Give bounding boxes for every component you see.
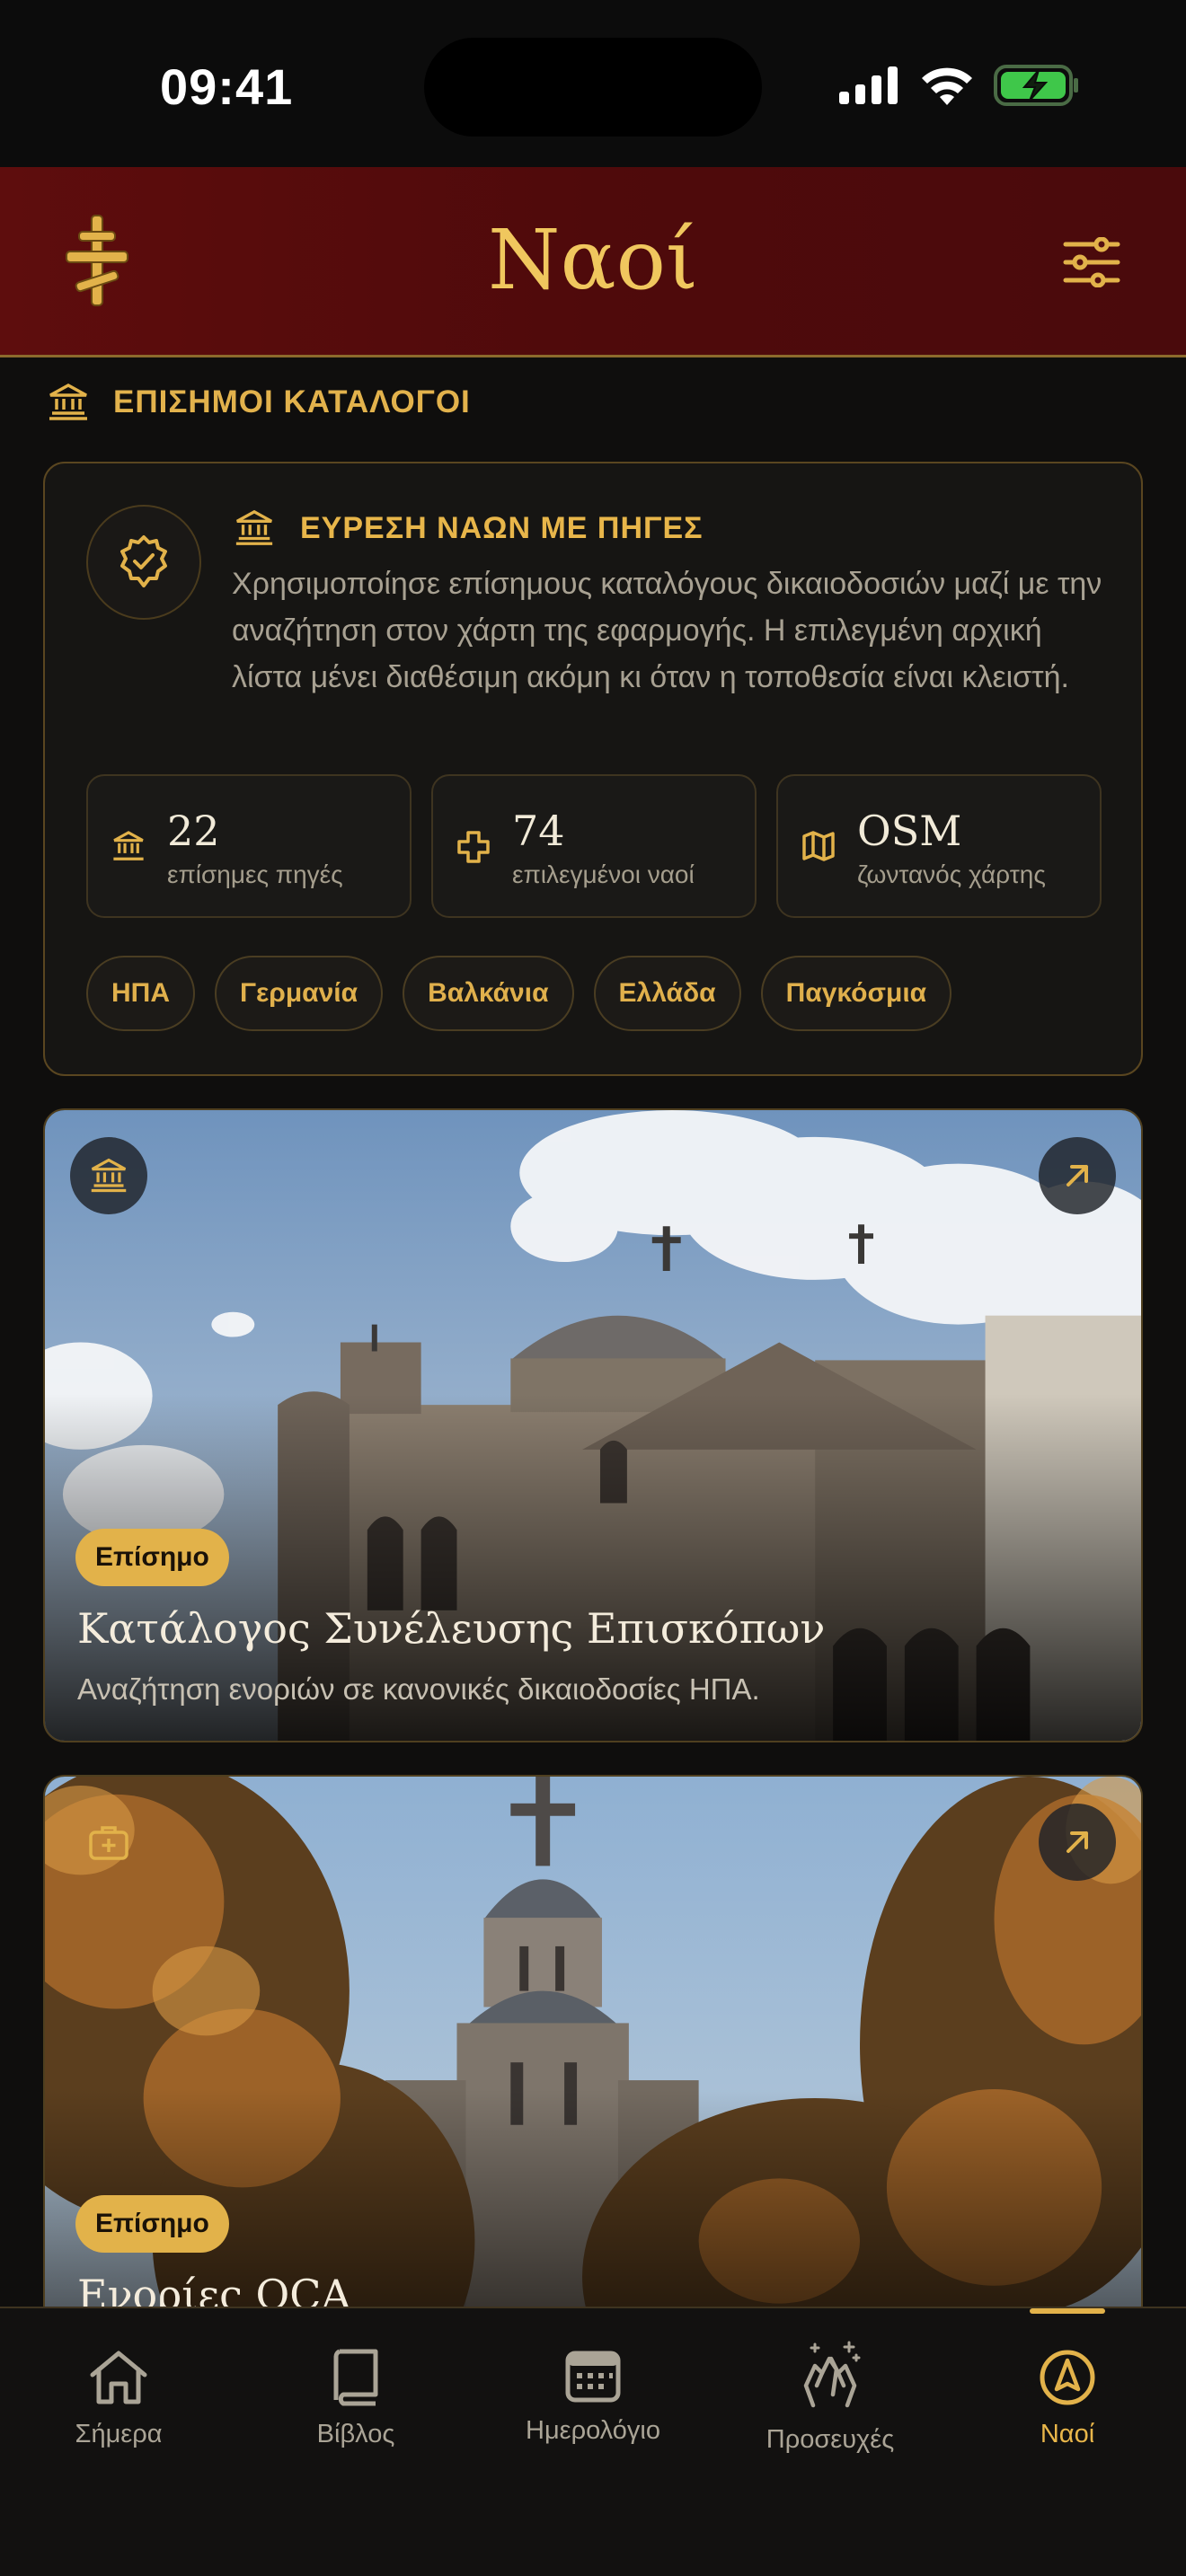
card-type-badge	[70, 1137, 147, 1214]
card-title: Κατάλογος Συνέλευσης Επισκόπων	[77, 1604, 826, 1653]
tab-label: Προσευχές	[766, 2425, 895, 2454]
filter-settings-icon[interactable]	[1062, 237, 1121, 287]
stat-official-sources: 22 επίσημες πηγές	[86, 774, 412, 918]
bank-icon	[49, 384, 87, 420]
stat-value: OSM	[857, 807, 962, 855]
status-bar: 09:41	[0, 0, 1186, 167]
card-type-badge	[70, 1804, 147, 1881]
dynamic-island	[424, 38, 762, 137]
verified-badge	[86, 505, 201, 620]
chip-usa[interactable]: ΗΠΑ	[86, 956, 195, 1031]
info-description: Χρησιμοποίησε επίσημους καταλόγους δικαι…	[232, 567, 1102, 694]
directory-card-assembly[interactable]: Επίσημο Κατάλογος Συνέλευσης Επισκόπων Α…	[43, 1108, 1143, 1742]
signal-icon	[839, 66, 898, 104]
tab-label: Σήμερα	[75, 2420, 163, 2448]
section-header: ΕΠΙΣΗΜΟΙ ΚΑΤΑΛΟΓΟΙ	[47, 383, 471, 422]
open-link-button[interactable]	[1039, 1804, 1116, 1881]
wifi-icon	[922, 67, 972, 105]
home-icon	[90, 2351, 147, 2404]
tab-churches[interactable]: Ναοί	[969, 2348, 1166, 2449]
chip-greece[interactable]: Ελλάδα	[593, 956, 741, 1031]
official-badge: Επίσημο	[75, 2195, 229, 2253]
section-label: ΕΠΙΣΗΜΟΙ ΚΑΤΑΛΟΓΟΙ	[113, 384, 471, 419]
arrow-up-right-icon	[1067, 1831, 1088, 1853]
region-chips: ΗΠΑ Γερμανία Βαλκάνια Ελλάδα Παγκόσμια	[86, 956, 952, 1031]
stat-label: επίσημες πηγές	[167, 860, 343, 888]
tab-bar: Σήμερα Βίβλος Ημερολόγιο Προσευχές Ναοί	[0, 2307, 1186, 2576]
active-tab-indicator	[1030, 2308, 1105, 2314]
chip-worldwide[interactable]: Παγκόσμια	[760, 956, 952, 1031]
info-title: ΕΥΡΕΣΗ ΝΑΩΝ ΜΕ ΠΗΓΕΣ	[300, 510, 704, 545]
first-aid-kit-icon	[89, 1826, 128, 1860]
tab-today[interactable]: Σήμερα	[20, 2348, 217, 2449]
calendar-icon	[565, 2351, 621, 2403]
praying-hands-icon	[803, 2341, 861, 2408]
verified-badge-icon	[120, 535, 167, 587]
open-link-button[interactable]	[1039, 1137, 1116, 1214]
arrow-up-right-icon	[1067, 1165, 1088, 1187]
stat-label: ζωντανός χάρτης	[857, 860, 1046, 888]
stat-value: 74	[512, 807, 565, 855]
bank-icon	[113, 831, 144, 860]
tab-label: Ναοί	[1040, 2420, 1095, 2448]
book-icon	[333, 2349, 378, 2406]
stat-live-map: OSM ζωντανός χάρτης	[776, 774, 1102, 918]
tab-label: Βίβλος	[316, 2420, 395, 2448]
tab-calendar[interactable]: Ημερολόγιο	[494, 2348, 692, 2446]
cross-icon	[457, 831, 490, 863]
page-title: Ναοί	[487, 212, 699, 308]
tab-label: Ημερολόγιο	[526, 2416, 660, 2445]
bank-icon	[235, 509, 273, 545]
map-icon	[802, 831, 835, 861]
card-subtitle: Αναζήτηση ενοριών σε κανονικές δικαιοδοσ…	[77, 1672, 760, 1706]
stat-selected-churches: 74 επιλεγμένοι ναοί	[431, 774, 757, 918]
app-header: Ναοί	[0, 167, 1186, 357]
stat-label: επιλεγμένοι ναοί	[512, 860, 695, 888]
tab-prayers[interactable]: Προσευχές	[731, 2341, 929, 2455]
stats-row: 22 επίσημες πηγές 74 επιλεγμένοι ναοί OS…	[86, 774, 1102, 918]
bank-icon	[91, 1158, 127, 1193]
info-card: ΕΥΡΕΣΗ ΝΑΩΝ ΜΕ ΠΗΓΕΣ Χρησιμοποίησε επίση…	[43, 462, 1143, 1076]
chip-balkans[interactable]: Βαλκάνια	[403, 956, 574, 1031]
official-badge: Επίσημο	[75, 1529, 229, 1586]
info-title-row: ΕΥΡΕΣΗ ΝΑΩΝ ΜΕ ΠΗΓΕΣ	[234, 508, 704, 548]
compass-icon	[1040, 2350, 1095, 2405]
status-time: 09:41	[160, 58, 294, 115]
chip-germany[interactable]: Γερμανία	[215, 956, 384, 1031]
tab-bible[interactable]: Βίβλος	[257, 2348, 455, 2449]
battery-charging-icon	[994, 65, 1078, 106]
status-icons	[839, 65, 1080, 106]
stat-value: 22	[167, 807, 220, 855]
